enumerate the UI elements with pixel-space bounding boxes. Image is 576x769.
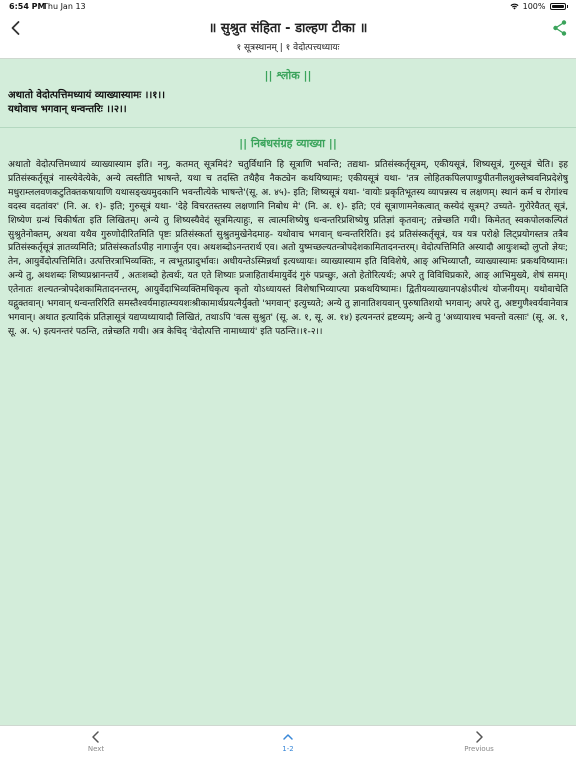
status-bar: 6:54 PM Thu Jan 13 100% <box>0 0 576 14</box>
header-bar: ॥ सुश्रुत संहिता - डाल्हण टीका ॥ १ सूत्र… <box>0 14 576 59</box>
status-time: 6:54 PM <box>9 2 46 11</box>
page-subtitle: १ सूत्रस्थानम् | १ वेदोत्पत्त्यध्यायः <box>236 43 340 53</box>
status-right: 100% <box>510 2 568 11</box>
chevron-right-icon <box>476 731 483 743</box>
next-button[interactable]: Next <box>66 730 126 753</box>
battery-icon <box>549 3 566 10</box>
battery-percent: 100% <box>522 2 546 11</box>
vyakhya-text: अथातो वेदोत्पत्तिमध्यायं व्याख्यास्याम इ… <box>8 160 568 337</box>
status-date: Thu Jan 13 <box>43 2 86 11</box>
chevron-up-icon <box>283 734 293 740</box>
previous-button[interactable]: Previous <box>449 730 509 753</box>
shloka-line: यथोवाच भगवान् धन्वन्तरिः ।।२।। <box>8 104 127 115</box>
bottom-nav-bar: Next 1-2 Previous <box>0 725 576 769</box>
page-label: 1-2 <box>282 745 294 753</box>
page-title: ॥ सुश्रुत संहिता - डाल्हण टीका ॥ <box>208 21 368 36</box>
next-label: Next <box>87 745 105 753</box>
wifi-icon <box>510 3 519 10</box>
share-icon[interactable] <box>550 18 570 38</box>
shloka-line: अथातो वेदोत्पत्तिमध्यायं व्याख्यास्यामः … <box>8 90 166 101</box>
battery-tip <box>566 5 568 8</box>
vyakhya-heading: || निबंधसंग्रह व्याख्या || <box>239 137 337 150</box>
shloka-block: अथातो वेदोत्पत्तिमध्यायं व्याख्यास्यामः … <box>0 87 576 119</box>
chevron-left-icon <box>92 731 99 743</box>
page-indicator-button[interactable]: 1-2 <box>258 730 318 753</box>
previous-label: Previous <box>464 745 494 753</box>
reader-content[interactable]: || श्लोक || अथातो वेदोत्पत्तिमध्यायं व्य… <box>0 60 576 725</box>
section-divider <box>0 127 576 128</box>
shloka-heading: || श्लोक || <box>264 69 312 82</box>
